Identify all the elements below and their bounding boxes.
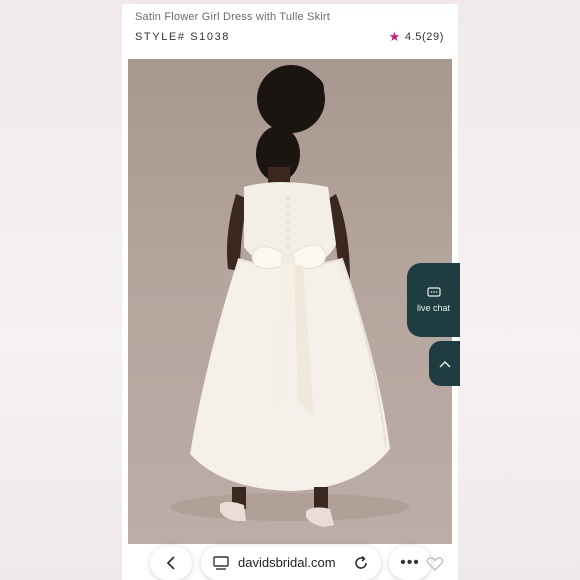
top-strip xyxy=(122,0,458,4)
scroll-up-button[interactable] xyxy=(429,341,460,386)
chevron-up-icon xyxy=(439,360,450,367)
background-left xyxy=(0,0,122,580)
style-number: STYLE# S1038 xyxy=(135,31,231,43)
live-chat-label: live chat xyxy=(416,303,451,313)
more-options-button[interactable]: ••• xyxy=(389,546,431,580)
star-icon: ★ xyxy=(388,29,401,44)
background-right xyxy=(458,0,580,580)
product-photo[interactable] xyxy=(128,59,452,544)
rating[interactable]: ★ 4.5(29) xyxy=(389,30,444,43)
chevron-left-icon xyxy=(166,556,175,570)
reload-icon[interactable] xyxy=(353,555,369,571)
dress-illustration xyxy=(170,65,410,527)
rating-value: 4.5(29) xyxy=(404,30,444,43)
heart-icon[interactable] xyxy=(426,556,444,572)
url-text: davidsbridal.com xyxy=(238,555,336,570)
address-bar[interactable]: davidsbridal.com xyxy=(201,546,381,580)
chat-bubble-icon xyxy=(426,287,441,297)
live-chat-button[interactable]: live chat xyxy=(407,263,460,337)
back-button[interactable] xyxy=(150,546,192,580)
product-title: Satin Flower Girl Dress with Tulle Skirt xyxy=(135,11,331,23)
tabs-icon xyxy=(213,556,229,570)
